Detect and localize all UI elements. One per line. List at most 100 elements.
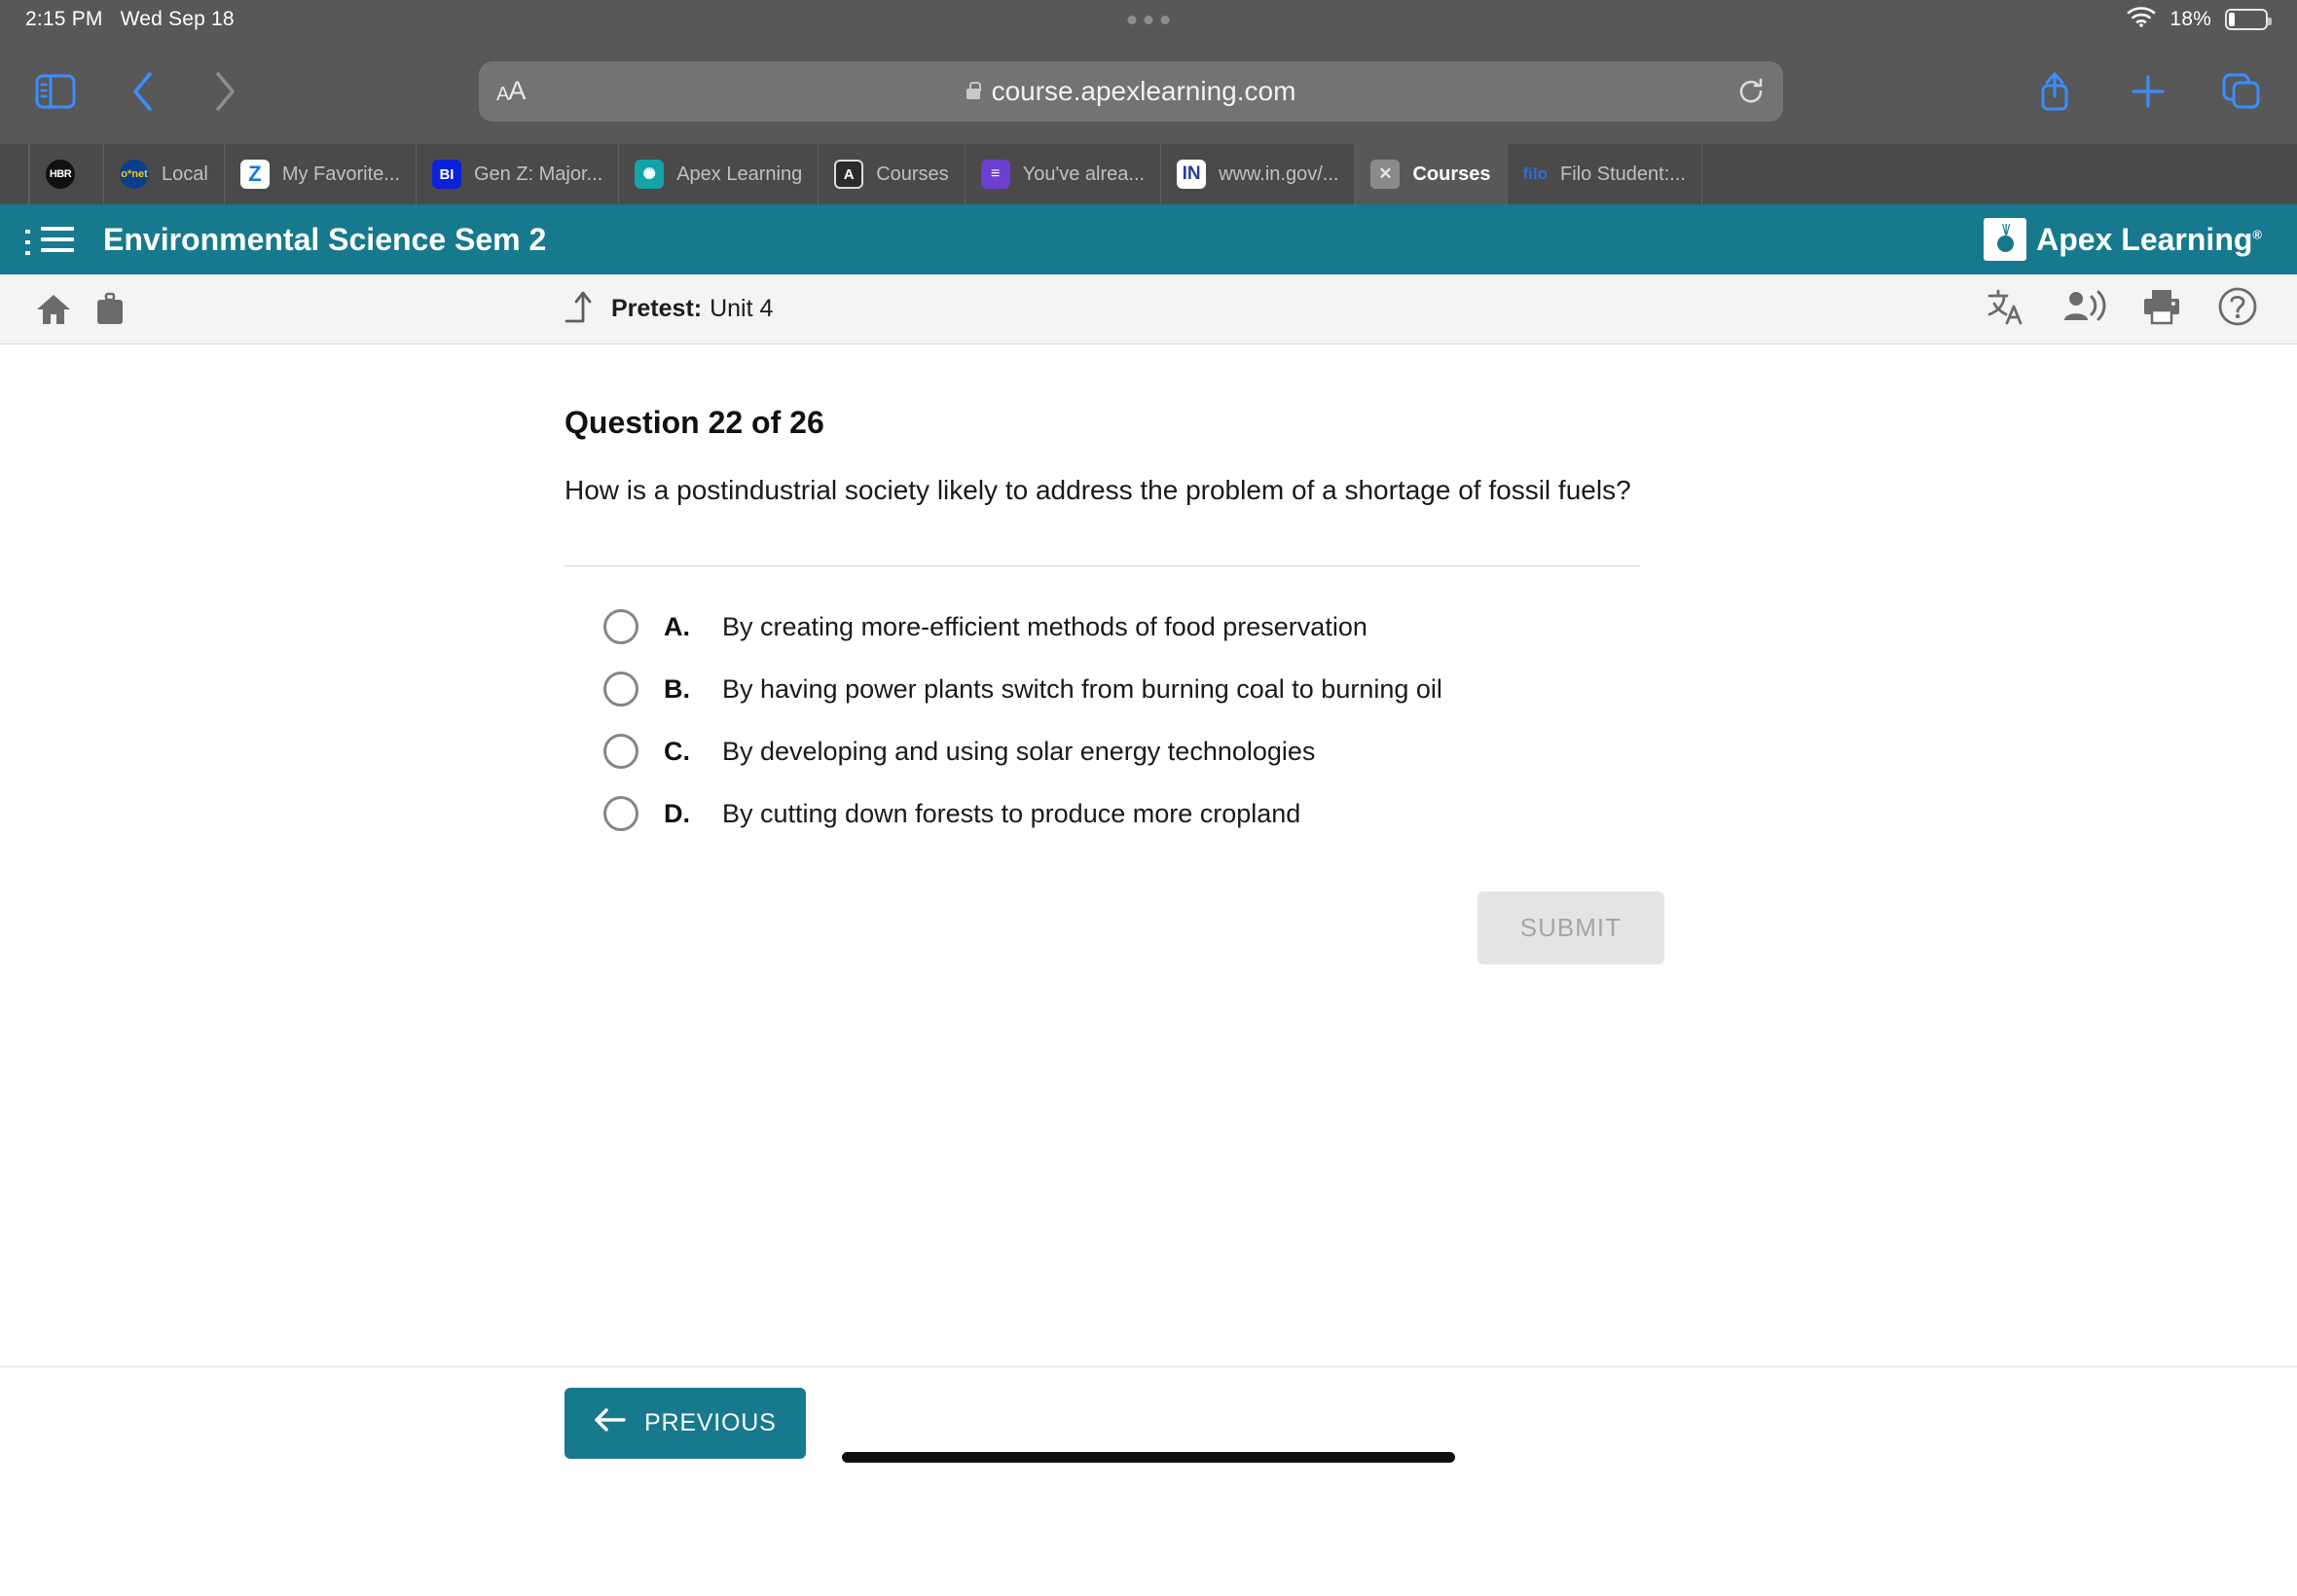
navigation-buttons (113, 61, 255, 122)
apex-learning-icon: ✺ (635, 160, 665, 189)
option-text: By having power plants switch from burni… (722, 673, 1442, 704)
tabs-overview-icon[interactable] (2211, 61, 2272, 122)
filo-icon: filo (1522, 164, 1549, 183)
radio-button-c[interactable] (603, 734, 638, 770)
list-menu-icon[interactable] (25, 227, 74, 255)
address-bar-container: AA course.apexlearning.com (255, 61, 2007, 122)
wifi-icon (2127, 6, 2156, 33)
sidebar-icon[interactable] (25, 61, 86, 122)
navigation-bottom-bar: PREVIOUS (0, 1366, 2297, 1478)
exit-arrow-icon[interactable] (557, 288, 594, 330)
multitask-dots[interactable] (1127, 15, 1170, 24)
print-icon[interactable] (2141, 287, 2182, 331)
option-letter: A. (664, 611, 690, 641)
option-text: By creating more-efficient methods of fo… (722, 611, 1367, 641)
answer-option-b[interactable]: B. By having power plants switch from bu… (603, 671, 2297, 707)
option-letter: B. (664, 673, 690, 704)
activity-name: Unit 4 (710, 295, 774, 322)
browser-tab[interactable]: ✺ Apex Learning (619, 144, 820, 204)
translate-icon[interactable] (1986, 286, 2026, 332)
page-title: Environmental Science Sem 2 (103, 221, 547, 257)
back-chevron-icon[interactable] (113, 61, 173, 122)
apex-learning-logo: \|/ Apex Learning® (1984, 218, 2272, 261)
business-insider-icon: BI (431, 160, 461, 189)
apex-logo-text: Apex Learning® (2036, 221, 2262, 257)
apex-lightbulb-icon: \|/ (1984, 218, 2027, 261)
question-text: How is a postindustrial society likely t… (565, 475, 1631, 505)
activity-type-label: Pretest: (611, 295, 703, 322)
browser-tab-active[interactable]: ✕ Courses (1355, 144, 1508, 204)
tab-label: Apex Learning (676, 163, 803, 185)
help-icon[interactable] (2217, 286, 2258, 332)
browser-tab[interactable]: ≡ You've alrea... (966, 144, 1162, 204)
browser-tab[interactable]: IN www.in.gov/... (1161, 144, 1356, 204)
activity-title-group: Pretest: Unit 4 (557, 288, 773, 330)
option-text: By developing and using solar energy tec… (722, 736, 1316, 766)
read-aloud-icon[interactable] (2061, 287, 2106, 331)
answer-option-a[interactable]: A. By creating more-efficient methods of… (603, 609, 2297, 645)
multitask-dot (1127, 15, 1137, 24)
apex-a-icon: A (834, 160, 864, 189)
tab-label: Gen Z: Major... (473, 163, 603, 185)
battery-icon (2225, 9, 2272, 30)
answer-option-d[interactable]: D. By cutting down forests to produce mo… (603, 796, 2297, 832)
battery-percent: 18% (2169, 8, 2211, 30)
browser-tab[interactable]: o*net Local (104, 144, 225, 204)
multitask-dot (1160, 15, 1170, 24)
radio-button-d[interactable] (603, 796, 638, 832)
tab-label: You've alrea... (1022, 163, 1146, 185)
tab-label: Filo Student:... (1560, 163, 1686, 185)
browser-tab[interactable]: HBR (29, 144, 104, 204)
previous-button-label: PREVIOUS (644, 1408, 777, 1436)
question-heading: Question 22 of 26 (565, 405, 824, 440)
home-icon[interactable] (25, 281, 82, 338)
option-letter: C. (664, 736, 690, 766)
activity-tools (1986, 286, 2272, 332)
plus-icon[interactable] (2118, 61, 2178, 122)
hbr-icon: HBR (46, 160, 75, 189)
question-content: Question 22 of 26 How is a postindustria… (0, 345, 2297, 1478)
status-date: Wed Sep 18 (120, 8, 235, 30)
google-forms-icon: ≡ (980, 160, 1010, 189)
option-text: By cutting down forests to produce more … (722, 798, 1301, 828)
safari-toolbar: AA course.apexlearning.com (0, 39, 2297, 144)
toolbar-right-actions (2024, 61, 2272, 122)
indiana-gov-icon: IN (1177, 160, 1207, 189)
onet-icon: o*net (120, 160, 149, 189)
activity-toolbar: Pretest: Unit 4 (0, 274, 2297, 345)
status-bar-right: 18% (2127, 6, 2297, 33)
browser-tab[interactable]: Z My Favorite... (225, 144, 417, 204)
answer-options: A. By creating more-efficient methods of… (565, 609, 2297, 832)
browser-tab[interactable]: A Courses (819, 144, 966, 204)
arrow-left-icon (594, 1407, 627, 1439)
option-letter: D. (664, 798, 690, 828)
tab-bar-spacer (0, 144, 29, 204)
zillow-icon: Z (239, 160, 270, 189)
tab-label: www.in.gov/... (1219, 163, 1339, 185)
reload-icon[interactable] (1736, 77, 1766, 106)
tab-label: Courses (1412, 163, 1491, 185)
browser-tab[interactable]: filo Filo Student:... (1508, 144, 1702, 204)
browser-tab[interactable]: BI Gen Z: Major... (417, 144, 620, 204)
tab-label: Courses (876, 163, 949, 185)
tab-label: Local (162, 163, 208, 185)
radio-button-b[interactable] (603, 671, 638, 707)
tab-label: My Favorite... (281, 163, 400, 185)
previous-button[interactable]: PREVIOUS (565, 1387, 806, 1459)
submit-button[interactable]: SUBMIT (1477, 891, 1664, 965)
lock-icon (966, 82, 981, 99)
home-indicator[interactable] (842, 1452, 1455, 1463)
forward-chevron-icon (195, 61, 255, 122)
address-bar[interactable]: AA course.apexlearning.com (479, 61, 1783, 122)
text-size-button[interactable]: AA (496, 77, 526, 106)
question-container: Question 22 of 26 How is a postindustria… (0, 345, 2297, 965)
status-bar-left: 2:15 PM Wed Sep 18 (0, 8, 235, 31)
share-icon[interactable] (2024, 61, 2085, 122)
address-bar-url: course.apexlearning.com (991, 76, 1296, 106)
close-icon[interactable]: ✕ (1370, 160, 1401, 189)
radio-button-a[interactable] (603, 609, 638, 645)
submit-row: SUBMIT (565, 891, 1664, 965)
briefcase-icon[interactable] (82, 281, 138, 338)
answer-option-c[interactable]: C. By developing and using solar energy … (603, 734, 2297, 770)
multitask-dot (1144, 15, 1153, 24)
